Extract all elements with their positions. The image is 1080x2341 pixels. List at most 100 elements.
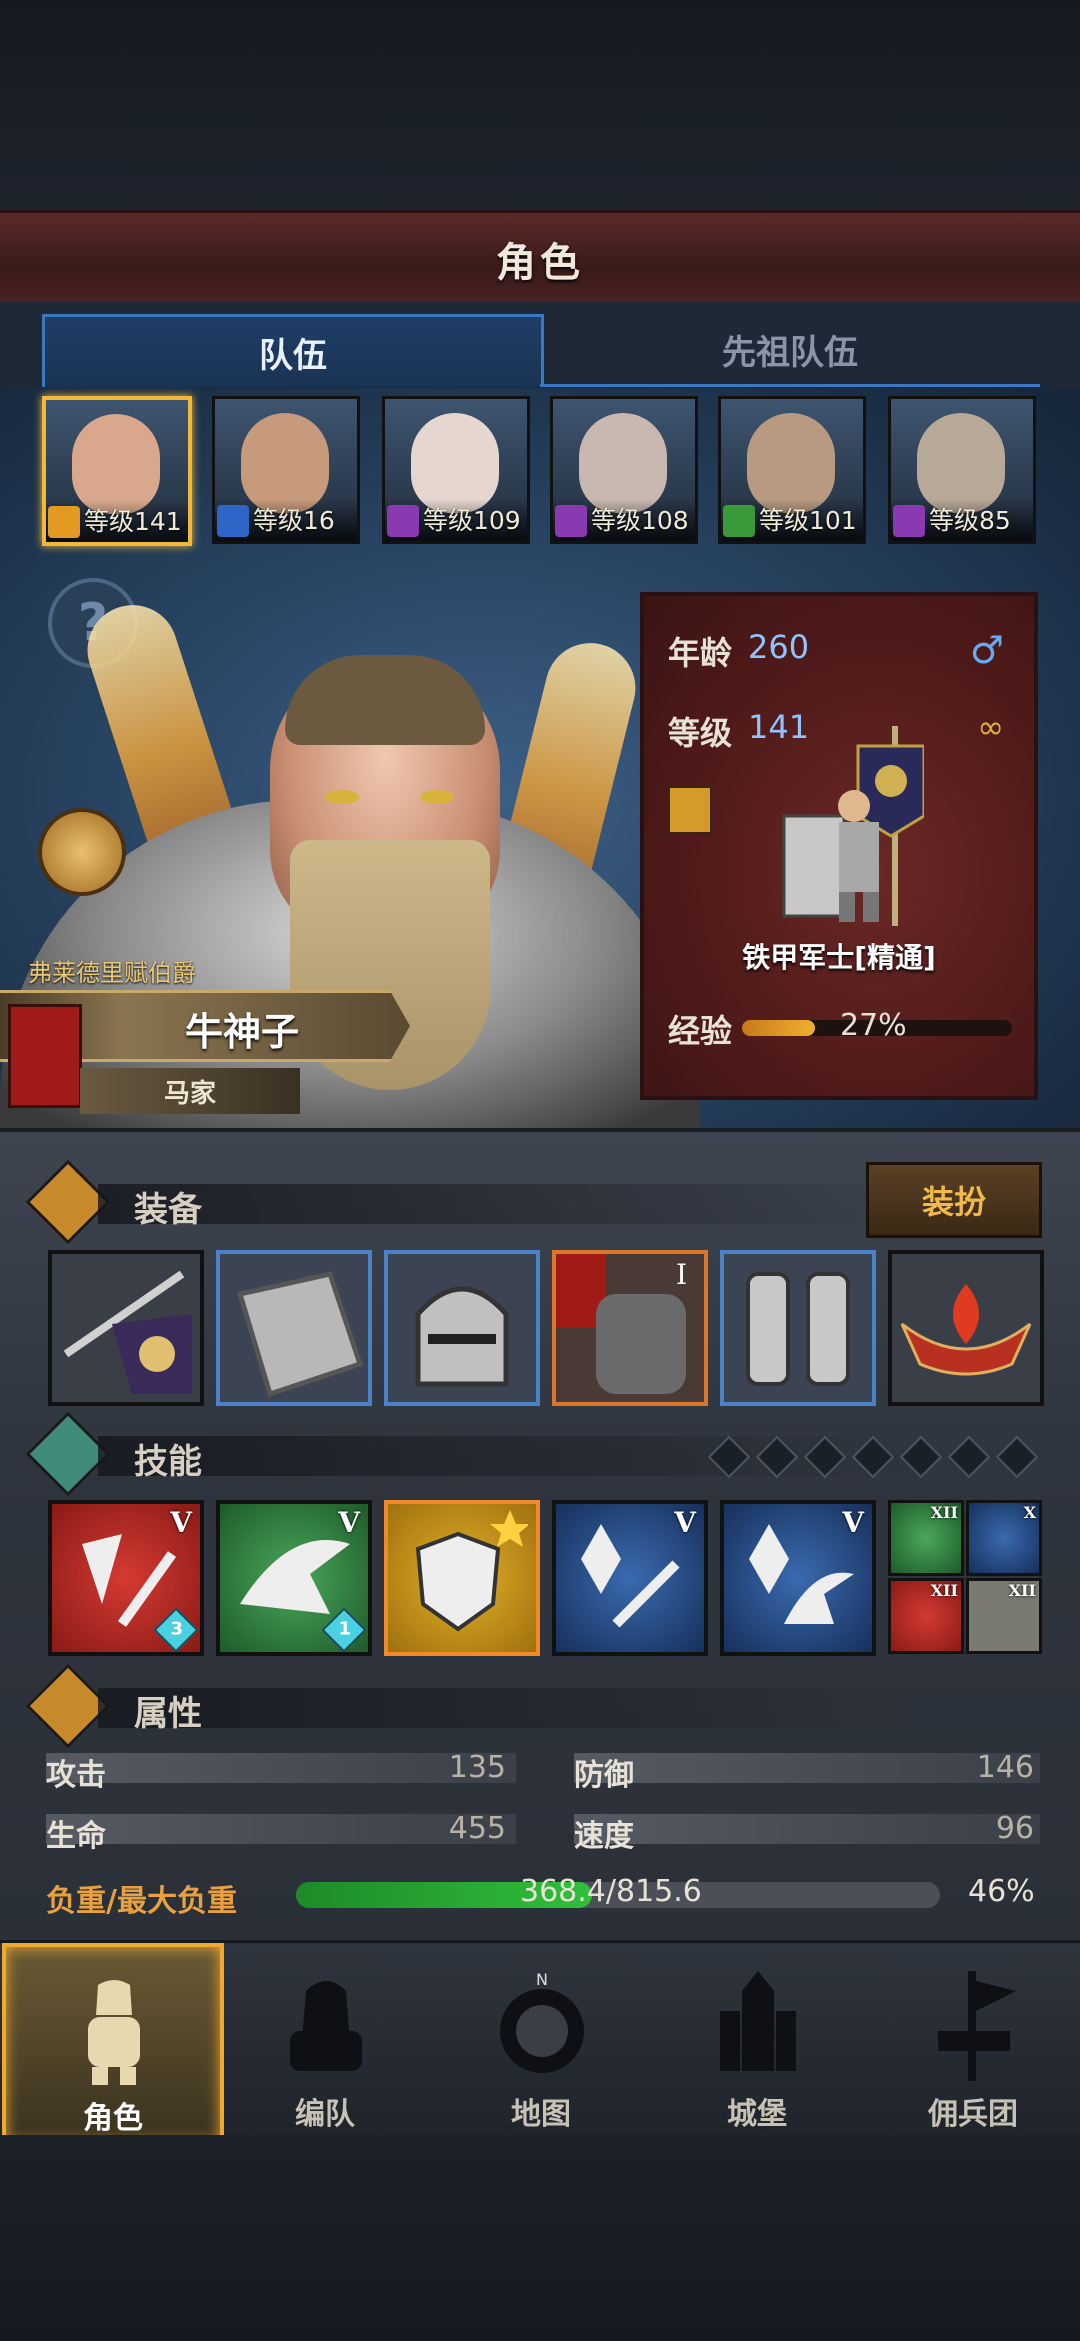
- roster-member[interactable]: 等级16: [212, 396, 360, 544]
- attributes-title: 属性: [134, 1694, 202, 1734]
- skill-crystal-charge[interactable]: V: [720, 1500, 876, 1656]
- nav-label: 编队: [295, 2097, 355, 2132]
- speed-label: 速度: [574, 1819, 634, 1854]
- level-text: 等级108: [591, 506, 689, 535]
- knight-icon: [88, 1980, 140, 2085]
- empty-slot-diamond: [803, 1435, 847, 1479]
- class-icon: [217, 505, 249, 537]
- passive-skill[interactable]: XII: [888, 1578, 964, 1654]
- nav-label: 角色: [83, 2101, 143, 2136]
- shield-icon: [236, 1271, 364, 1398]
- age-value: 260: [748, 628, 810, 666]
- attack-label: 攻击: [46, 1758, 106, 1793]
- defense-value: 146: [976, 1750, 1034, 1785]
- empty-slot-diamond: [755, 1435, 799, 1479]
- tab-ancestor-team[interactable]: 先祖队伍: [540, 314, 1040, 387]
- compass-map-icon: N: [500, 1971, 584, 2073]
- skill-rank: V: [170, 1506, 192, 1539]
- skill-slot-indicators: [707, 1435, 1040, 1479]
- potion-icon[interactable]: [38, 808, 126, 896]
- passive-skill[interactable]: X: [966, 1500, 1042, 1576]
- page-title: 角色: [496, 240, 584, 286]
- hp-label: 生命: [46, 1819, 106, 1854]
- skill-slash[interactable]: V 3: [48, 1500, 204, 1656]
- nav-character[interactable]: 角色: [2, 1943, 224, 2146]
- equip-slot-shield[interactable]: [216, 1250, 372, 1406]
- equip-slot-helmet[interactable]: [384, 1250, 540, 1406]
- roster-member[interactable]: 等级141: [42, 396, 192, 546]
- shield-skill-icon: [415, 1510, 530, 1632]
- level-text: 等级141: [84, 507, 182, 536]
- level-text: 等级16: [253, 506, 335, 535]
- level-text: 等级109: [423, 506, 521, 535]
- helmet-icon: [415, 1286, 509, 1387]
- empty-slot-diamond: [995, 1435, 1039, 1479]
- equip-slot-emblem[interactable]: [888, 1250, 1044, 1406]
- section-bar: [98, 1688, 918, 1728]
- character-eye: [420, 790, 454, 804]
- nav-castle[interactable]: 城堡: [650, 1943, 864, 2138]
- character-eye: [325, 790, 359, 804]
- equip-slot-armor[interactable]: I: [552, 1250, 708, 1406]
- roster-member[interactable]: 等级108: [550, 396, 698, 544]
- load-percent: 46%: [968, 1874, 1035, 1909]
- skill-crystal-sword[interactable]: V: [552, 1500, 708, 1656]
- passive-skill[interactable]: XII: [888, 1500, 964, 1576]
- passive-skill[interactable]: XII: [966, 1578, 1042, 1654]
- tab-team[interactable]: 队伍: [42, 314, 544, 387]
- banner-icon: [63, 1270, 192, 1394]
- roster-member[interactable]: 等级85: [888, 396, 1036, 544]
- roster-member[interactable]: 等级109: [382, 396, 530, 544]
- portrait-face: [411, 413, 499, 513]
- nav-map[interactable]: N 地图: [434, 1943, 648, 2138]
- skill-rank: V: [674, 1506, 696, 1539]
- mercenary-banner-icon: [938, 1971, 1016, 2081]
- attributes-header: 属性: [25, 1663, 1038, 1749]
- top-background: [0, 0, 1080, 210]
- hp-value: 455: [448, 1811, 506, 1846]
- rank-icon: [668, 786, 712, 834]
- skill-rank: XII: [930, 1581, 958, 1600]
- equip-slot-banner[interactable]: [48, 1250, 204, 1406]
- armor-icon: I: [556, 1254, 687, 1394]
- exp-label: 经验: [668, 1012, 733, 1050]
- class-knight-icon: [782, 726, 924, 926]
- castle-icon: [720, 1971, 796, 2071]
- outfit-button[interactable]: 装扮: [866, 1162, 1042, 1238]
- family-name: 马家: [163, 1078, 216, 1109]
- class-icon: [555, 505, 587, 537]
- roster-member[interactable]: 等级101: [718, 396, 866, 544]
- skill-rank: V: [338, 1506, 360, 1539]
- noble-title: 弗莱德里赋伯爵: [28, 959, 196, 987]
- class-icon: [48, 506, 80, 538]
- nav-label: 佣兵团: [928, 2097, 1018, 2132]
- empty-slot-diamond: [851, 1435, 895, 1479]
- title-bar: 角色: [0, 210, 1080, 308]
- exp-bar-fill: [742, 1020, 815, 1036]
- skill-charge[interactable]: V 1: [216, 1500, 372, 1656]
- skill-shield-wall[interactable]: [384, 1500, 540, 1656]
- nav-mercenary[interactable]: 佣兵团: [866, 1943, 1080, 2138]
- empty-slot-diamond: [899, 1435, 943, 1479]
- attack-value: 135: [448, 1750, 506, 1785]
- svg-text:I: I: [676, 1258, 687, 1291]
- helmet-group-icon: [290, 1981, 362, 2071]
- level-label: 等级: [668, 714, 733, 752]
- svg-text:N: N: [536, 1971, 548, 1989]
- male-icon: ♂: [969, 628, 1004, 672]
- equipment-title: 装备: [134, 1190, 202, 1230]
- skills-title: 技能: [134, 1442, 202, 1482]
- portrait-face: [241, 413, 329, 513]
- load-value: 368.4/815.6: [520, 1874, 702, 1909]
- tab-bar: 队伍 先祖队伍: [0, 302, 1080, 388]
- family-banner-icon: [8, 1004, 82, 1108]
- defense-label: 防御: [574, 1758, 634, 1793]
- portrait-face: [917, 413, 1005, 513]
- character-name: 牛神子: [185, 1010, 300, 1054]
- empty-slot-diamond: [707, 1435, 751, 1479]
- marriage-ring-icon[interactable]: ∞: [977, 708, 1004, 746]
- greaves-icon: [746, 1272, 850, 1386]
- nav-formation[interactable]: 编队: [218, 1943, 432, 2138]
- portrait-face: [747, 413, 835, 513]
- equip-slot-greaves[interactable]: [720, 1250, 876, 1406]
